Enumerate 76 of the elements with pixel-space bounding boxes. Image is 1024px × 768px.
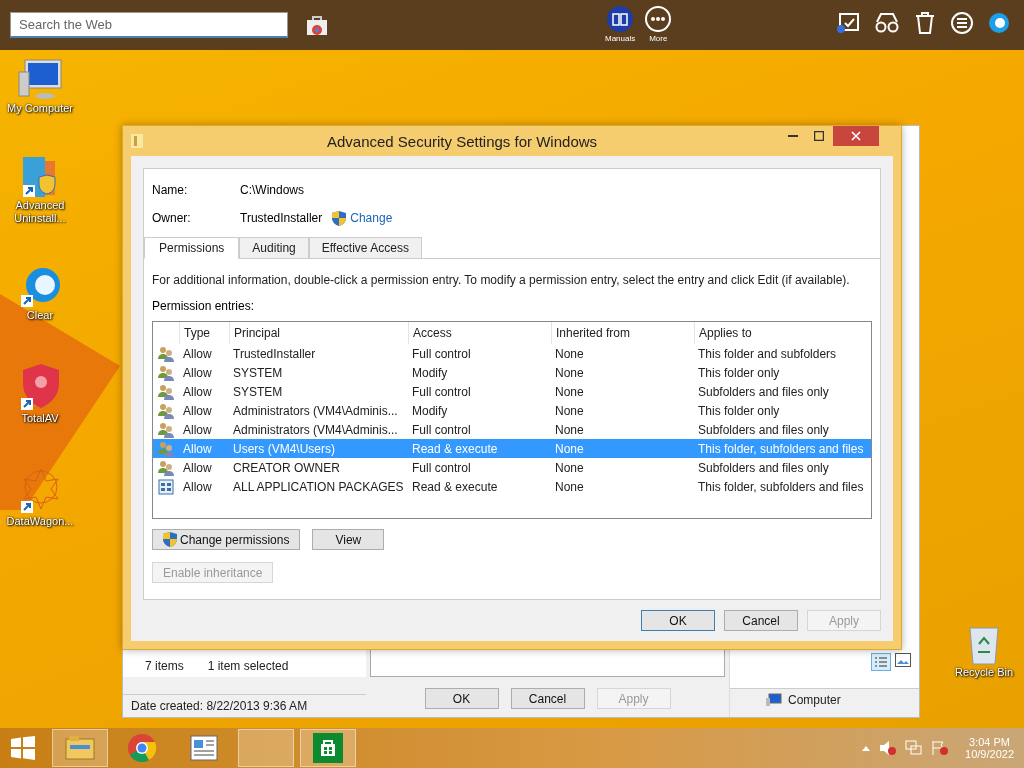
- toolbar-app-button[interactable]: Manuals: [605, 6, 636, 43]
- table-cell-text: Administrators (VM4\Adminis...: [232, 422, 399, 437]
- table-cell-text: Administrators (VM4\Adminis...: [232, 403, 399, 418]
- table-cell-text: Full control: [411, 346, 472, 361]
- window-title: Advanced Security Settings for Windows: [325, 132, 599, 150]
- tab[interactable]: Permissions: [144, 237, 240, 259]
- permission-row[interactable]: Allow ALL APPLICATION PACKAGES Read & execute None This folder, subfolders and files: [153, 477, 871, 496]
- toolbar-app-button[interactable]: More: [645, 6, 672, 43]
- dialog-button[interactable]: Cancel: [724, 610, 798, 631]
- column-header[interactable]: Type: [179, 322, 229, 344]
- table-cell-text: This folder, subfolders and files: [697, 441, 865, 456]
- table-cell-text: None: [554, 479, 585, 494]
- table-cell-text: Modify: [411, 403, 449, 418]
- tab[interactable]: Auditing: [239, 237, 309, 259]
- table-cell-text: CREATOR OWNER: [232, 460, 341, 475]
- table-cell-text: Full control: [411, 460, 472, 475]
- table-cell-text: Subfolders and files only: [697, 460, 830, 475]
- table-cell-text: Full control: [411, 422, 472, 437]
- status-text: Date created: 8/22/2013 9:36 AM: [131, 699, 308, 713]
- table-cell-text: None: [554, 460, 585, 475]
- table-cell-text: Allow: [182, 422, 213, 437]
- table-cell-text: Modify: [411, 365, 449, 380]
- column-header[interactable]: Applies to: [694, 322, 871, 344]
- action-button[interactable]: Change permissions: [152, 529, 301, 550]
- table-cell-text: Allow: [182, 365, 213, 380]
- change-link[interactable]: Change: [350, 211, 393, 225]
- table-cell-text: None: [554, 384, 585, 399]
- table-cell-text: Allow: [182, 460, 213, 475]
- dialog-button[interactable]: OK: [424, 688, 499, 709]
- table-cell-text: Users (VM4\Users): [232, 441, 336, 456]
- permission-row[interactable]: Allow SYSTEM Modify None This folder only: [153, 363, 871, 382]
- table-cell-text: SYSTEM: [232, 365, 284, 380]
- tab[interactable]: Effective Access: [308, 237, 422, 259]
- table-cell-text: None: [554, 422, 585, 437]
- table-cell-text: None: [554, 346, 585, 361]
- action-button[interactable]: View: [312, 529, 385, 550]
- permission-row[interactable]: Allow Administrators (VM4\Adminis... Modify None This folder only: [153, 401, 871, 420]
- table-cell-text: Full control: [411, 384, 472, 399]
- table-cell-text: ALL APPLICATION PACKAGES: [232, 479, 405, 494]
- permission-row[interactable]: Allow TrustedInstaller Full control None This folder and subfolders: [153, 344, 871, 363]
- table-cell-text: This folder only: [697, 365, 781, 380]
- table-cell-text: Subfolders and files only: [697, 422, 830, 437]
- permission-row[interactable]: Allow CREATOR OWNER Full control None Subfolders and files only: [153, 458, 871, 477]
- table-cell-text: None: [554, 441, 585, 456]
- table-cell-text: Allow: [182, 346, 213, 361]
- field-value: C:\Windows: [240, 183, 304, 197]
- table-cell-text: SYSTEM: [232, 384, 284, 399]
- info-text: For additional information, double-click a permission entry. To modify a permission entry, select the entry and click Edit (if available).: [152, 273, 851, 287]
- column-header[interactable]: Principal: [229, 322, 408, 344]
- status-text: 1 item selected: [207, 659, 289, 673]
- table-cell-text: Subfolders and files only: [697, 384, 830, 399]
- permission-row[interactable]: Allow Administrators (VM4\Adminis... Full control None Subfolders and files only: [153, 420, 871, 439]
- table-cell-text: This folder only: [697, 403, 781, 418]
- table-cell-text: Read & execute: [411, 479, 499, 494]
- field-label: Owner:: [152, 211, 192, 225]
- table-cell-text: Allow: [182, 384, 213, 399]
- table-cell-text: Allow: [182, 479, 213, 494]
- location-text: Computer: [788, 693, 841, 707]
- column-header[interactable]: Inherited from: [551, 322, 694, 344]
- section-label: Permission entries:: [152, 299, 256, 313]
- column-header[interactable]: Access: [408, 322, 551, 344]
- dialog-button[interactable]: Cancel: [510, 688, 585, 709]
- table-cell-text: This folder and subfolders: [697, 346, 838, 361]
- table-cell-text: TrustedInstaller: [232, 346, 317, 361]
- permission-row[interactable]: Allow SYSTEM Full control None Subfolders and files only: [153, 382, 871, 401]
- search-field[interactable]: Search the Web: [10, 12, 288, 38]
- table-cell-text: None: [554, 365, 585, 380]
- status-text: 7 items: [145, 659, 184, 673]
- table-cell-text: This folder, subfolders and files: [697, 479, 865, 494]
- field-label: Name:: [152, 183, 189, 197]
- table-cell-text: Allow: [182, 441, 213, 456]
- table-cell-text: None: [554, 403, 585, 418]
- field-value: TrustedInstaller: [240, 211, 323, 225]
- table-cell-text: Read & execute: [411, 441, 499, 456]
- dialog-button[interactable]: OK: [641, 610, 715, 631]
- table-cell-text: Allow: [182, 403, 213, 418]
